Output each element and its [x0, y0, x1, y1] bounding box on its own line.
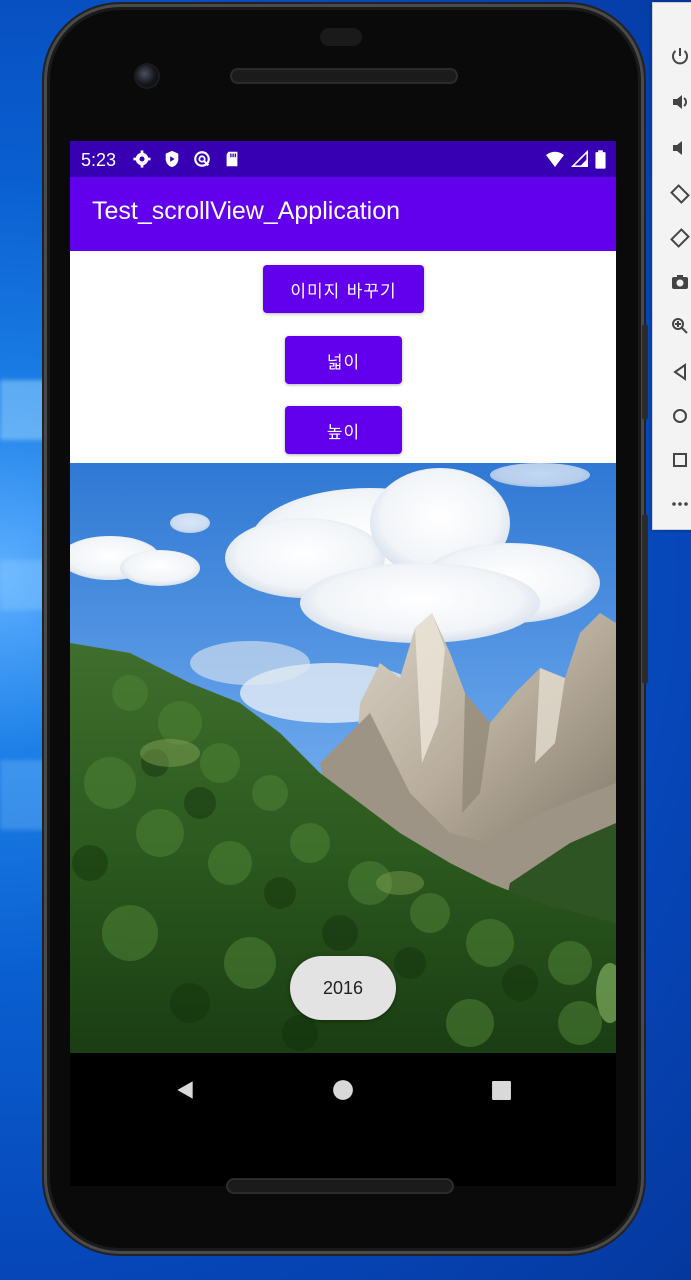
wifi-icon	[545, 149, 565, 174]
phone-frame: 5:23 Test_scrollView_Application 이미지 바꾸기…	[44, 4, 648, 1254]
button-panel: 이미지 바꾸기 넓이 높이	[70, 251, 616, 463]
volume-down-icon[interactable]	[665, 133, 691, 163]
volume-up-icon[interactable]	[665, 87, 691, 117]
rotate-right-icon[interactable]	[665, 223, 691, 253]
volume-rocker	[642, 324, 648, 420]
home-icon[interactable]	[328, 1075, 358, 1105]
toast-message: 2016	[290, 956, 396, 1020]
recents-icon[interactable]	[486, 1075, 516, 1105]
back-icon[interactable]	[170, 1075, 200, 1105]
width-button[interactable]: 넓이	[285, 336, 402, 384]
back-icon[interactable]	[665, 357, 691, 387]
front-camera	[136, 65, 158, 87]
rotate-left-icon[interactable]	[665, 179, 691, 209]
navigation-bar	[70, 1053, 616, 1186]
sync-icon	[192, 149, 212, 169]
battery-icon	[595, 149, 606, 174]
signal-icon	[570, 149, 589, 173]
settings-icon	[132, 149, 152, 169]
status-time: 5:23	[81, 150, 117, 170]
overview-icon[interactable]	[665, 445, 691, 475]
zoom-icon[interactable]	[665, 311, 691, 341]
status-bar: 5:23	[70, 141, 616, 177]
phone-screen: 5:23 Test_scrollView_Application 이미지 바꾸기…	[70, 141, 616, 1186]
camera-icon[interactable]	[665, 267, 691, 297]
change-image-button[interactable]: 이미지 바꾸기	[263, 265, 424, 313]
height-button[interactable]: 높이	[285, 406, 402, 454]
power-key	[642, 514, 648, 684]
emulator-toolbar	[652, 2, 691, 530]
home-icon[interactable]	[665, 401, 691, 431]
sd-card-icon	[222, 149, 242, 169]
shield-icon	[162, 149, 182, 169]
app-title: Test_scrollView_Application	[92, 197, 401, 225]
bottom-speaker	[226, 1178, 454, 1194]
power-icon[interactable]	[665, 41, 691, 71]
app-bar: Test_scrollView_Application	[70, 177, 616, 251]
earpiece-speaker	[230, 68, 458, 84]
more-icon[interactable]	[665, 489, 691, 519]
proximity-sensor	[320, 28, 362, 46]
